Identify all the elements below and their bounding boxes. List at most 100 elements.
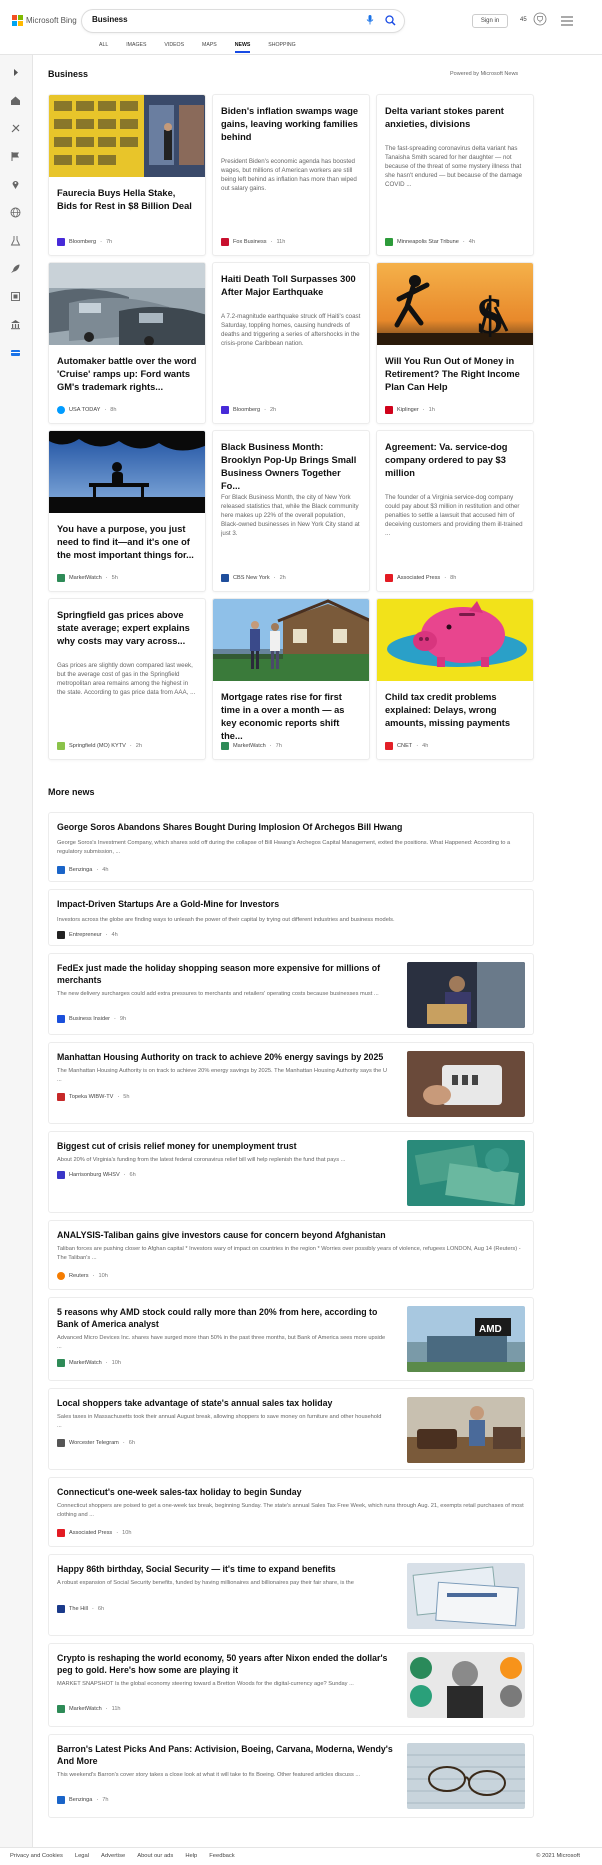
bank-icon[interactable] <box>10 319 21 330</box>
more-news-title-text[interactable]: Local shoppers take advantage of state's… <box>57 1397 397 1409</box>
more-news-title-text[interactable]: FedEx just made the holiday shopping sea… <box>57 962 387 986</box>
tab-videos[interactable]: VIDEOS <box>155 42 193 52</box>
more-news-title-text[interactable]: Impact-Driven Startups Are a Gold-Mine f… <box>57 898 279 910</box>
news-card[interactable]: You have a purpose, you just need to fin… <box>48 430 206 592</box>
more-news-item[interactable]: Impact-Driven Startups Are a Gold-Mine f… <box>48 889 534 946</box>
more-news-snippet: Investors across the globe are finding w… <box>57 917 395 923</box>
more-news-item[interactable]: Crypto is reshaping the world economy, 5… <box>48 1643 534 1727</box>
more-news-item[interactable]: Barron's Latest Picks And Pans: Activisi… <box>48 1734 534 1818</box>
card-title[interactable]: Black Business Month: Brooklyn Pop-Up Br… <box>221 441 361 493</box>
microphone-icon[interactable] <box>366 15 374 25</box>
more-news-item[interactable]: Connecticut's one-week sales-tax holiday… <box>48 1477 534 1547</box>
more-news-source: Topeka WIBW-TV · 5h <box>57 1093 129 1101</box>
card-title[interactable]: Agreement: Va. service-dog company order… <box>385 441 525 480</box>
running-dollar-image: $ <box>377 263 533 345</box>
home-icon[interactable] <box>10 95 21 106</box>
privacy-link[interactable]: Privacy and Cookies <box>10 1853 63 1859</box>
film-icon[interactable] <box>10 291 21 302</box>
more-news-item[interactable]: Local shoppers take advantage of state's… <box>48 1388 534 1470</box>
search-box[interactable] <box>82 10 404 32</box>
more-news-item[interactable]: Biggest cut of crisis relief money for u… <box>48 1131 534 1213</box>
news-card[interactable]: Child tax credit problems explained: Del… <box>376 598 534 760</box>
business-icon[interactable] <box>10 347 21 358</box>
more-news-title-text[interactable]: Connecticut's one-week sales-tax holiday… <box>57 1486 302 1498</box>
help-link[interactable]: Help <box>185 1853 197 1859</box>
search-icon[interactable] <box>385 15 396 26</box>
more-news-title: More news <box>48 787 95 797</box>
news-card[interactable]: $ Will You Run Out of Money in Retiremen… <box>376 262 534 424</box>
more-news-source: MarketWatch · 11h <box>57 1705 121 1713</box>
news-card[interactable]: Black Business Month: Brooklyn Pop-Up Br… <box>212 430 370 592</box>
news-card[interactable]: Mortgage rates rise for first time in a … <box>212 598 370 760</box>
card-title[interactable]: Haiti Death Toll Surpasses 300 After Maj… <box>221 273 361 299</box>
advertise-link[interactable]: Advertise <box>101 1853 125 1859</box>
copyright: © 2021 Microsoft <box>536 1853 580 1859</box>
more-news-item[interactable]: 5 reasons why AMD stock could rally more… <box>48 1297 534 1381</box>
more-news-title-text[interactable]: 5 reasons why AMD stock could rally more… <box>57 1306 392 1330</box>
more-news-title-text[interactable]: Biggest cut of crisis relief money for u… <box>57 1140 397 1152</box>
news-card[interactable]: Haiti Death Toll Surpasses 300 After Maj… <box>212 262 370 424</box>
rewards-count[interactable]: 45 <box>520 17 527 23</box>
card-source: Fox Business · 11h <box>221 238 285 246</box>
news-card[interactable]: Delta variant stokes parent anxieties, d… <box>376 94 534 256</box>
source-time: 4h <box>422 743 429 749</box>
news-card[interactable]: Agreement: Va. service-dog company order… <box>376 430 534 592</box>
science-icon[interactable] <box>10 235 21 246</box>
source-time: 7h <box>275 743 282 749</box>
more-news-title-text[interactable]: ANALYSIS-Taliban gains give investors ca… <box>57 1229 386 1241</box>
card-title[interactable]: Springfield gas prices above state avera… <box>57 609 197 648</box>
hamburger-menu-icon[interactable] <box>561 16 573 26</box>
bing-logo[interactable]: Microsoft Bing <box>12 15 77 26</box>
card-title[interactable]: Biden's inflation swamps wage gains, lea… <box>221 105 361 144</box>
news-card[interactable]: Springfield gas prices above state avera… <box>48 598 206 760</box>
feedback-link[interactable]: Feedback <box>209 1853 234 1859</box>
flag-icon[interactable] <box>10 151 21 162</box>
tab-shopping[interactable]: SHOPPING <box>259 42 304 52</box>
more-news-item[interactable]: Happy 86th birthday, Social Security — i… <box>48 1554 534 1636</box>
more-news-title-text[interactable]: Happy 86th birthday, Social Security — i… <box>57 1563 397 1575</box>
location-icon[interactable] <box>10 179 21 190</box>
tab-maps[interactable]: MAPS <box>193 42 226 52</box>
more-news-item[interactable]: ANALYSIS-Taliban gains give investors ca… <box>48 1220 534 1290</box>
card-title[interactable]: Automaker battle over the word 'Cruise' … <box>57 355 197 394</box>
globe-icon[interactable] <box>10 207 21 218</box>
search-input[interactable] <box>92 15 342 24</box>
more-news-item[interactable]: Manhattan Housing Authority on track to … <box>48 1042 534 1124</box>
tab-all[interactable]: ALL <box>90 42 117 52</box>
more-news-item[interactable]: FedEx just made the holiday shopping sea… <box>48 953 534 1035</box>
card-title[interactable]: Child tax credit problems explained: Del… <box>385 691 525 730</box>
card-title[interactable]: Faurecia Buys Hella Stake, Bids for Rest… <box>57 187 197 213</box>
expand-icon[interactable] <box>10 67 21 78</box>
card-title[interactable]: Will You Run Out of Money in Retirement?… <box>385 355 525 394</box>
source-name: Kiplinger <box>397 407 419 413</box>
rocket-icon[interactable] <box>10 263 21 274</box>
news-card[interactable]: Faurecia Buys Hella Stake, Bids for Rest… <box>48 94 206 256</box>
news-card[interactable]: Automaker battle over the word 'Cruise' … <box>48 262 206 424</box>
sign-in-button[interactable]: Sign in <box>472 14 508 28</box>
rewards-trophy-icon[interactable] <box>533 12 547 26</box>
more-news-title-text[interactable]: Crypto is reshaping the world economy, 5… <box>57 1652 397 1676</box>
star-tribune-logo-icon <box>385 238 393 246</box>
more-news-title-text[interactable]: Manhattan Housing Authority on track to … <box>57 1051 397 1063</box>
legal-link[interactable]: Legal <box>75 1853 89 1859</box>
more-news-title-text[interactable]: Barron's Latest Picks And Pans: Activisi… <box>57 1743 397 1767</box>
svg-text:AMD: AMD <box>479 1324 502 1335</box>
sports-icon[interactable] <box>10 123 21 134</box>
source-time: 11h <box>111 1706 121 1712</box>
powered-by-label[interactable]: Powered by Microsoft News <box>450 71 518 77</box>
tab-images[interactable]: IMAGES <box>117 42 155 52</box>
card-title[interactable]: Mortgage rates rise for first time in a … <box>221 691 361 743</box>
card-source: Associated Press · 8h <box>385 574 456 582</box>
more-news-title-text[interactable]: George Soros Abandons Shares Bought Duri… <box>57 821 402 833</box>
fox-business-logo-icon <box>221 238 229 246</box>
usa-today-logo-icon <box>57 406 65 414</box>
amd-building-thumb: AMD <box>407 1306 525 1372</box>
more-news-source: The Hill · 6h <box>57 1605 104 1613</box>
card-title[interactable]: You have a purpose, you just need to fin… <box>57 523 197 562</box>
tab-news[interactable]: NEWS <box>226 42 260 53</box>
news-card[interactable]: Biden's inflation swamps wage gains, lea… <box>212 94 370 256</box>
card-title[interactable]: Delta variant stokes parent anxieties, d… <box>385 105 525 131</box>
more-news-item[interactable]: George Soros Abandons Shares Bought Duri… <box>48 812 534 882</box>
about-ads-link[interactable]: About our ads <box>137 1853 173 1859</box>
telegram-logo-icon <box>57 1439 65 1447</box>
